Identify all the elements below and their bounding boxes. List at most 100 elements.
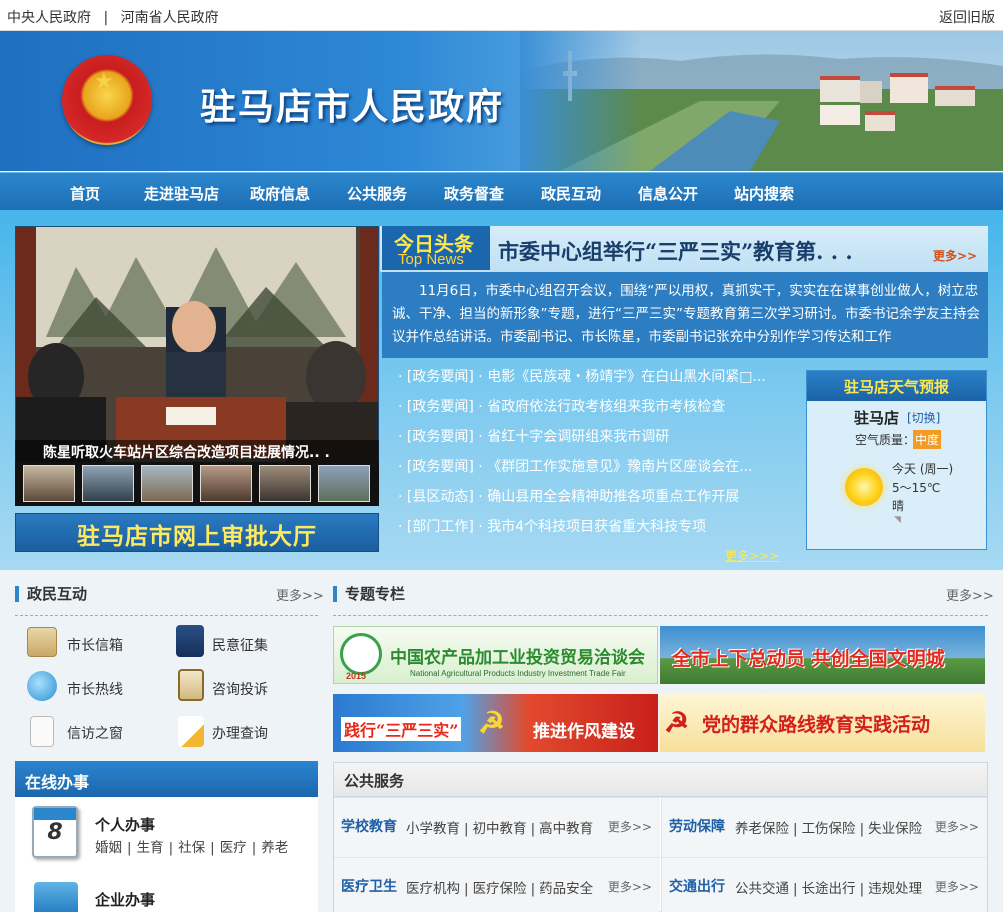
nav-public-service[interactable]: 公共服务 <box>347 183 407 204</box>
service-more-link[interactable]: 更多>> <box>935 818 979 835</box>
site-title: 驻马店市人民政府 <box>200 86 505 128</box>
service-more-link[interactable]: 更多>> <box>935 878 979 895</box>
mayor-hotline-link[interactable]: 市长热线 <box>67 679 123 699</box>
nav-open-info[interactable]: 信息公开 <box>638 183 698 204</box>
news-title[interactable]: 《群团工作实施意见》豫南片区座谈会在... <box>487 459 752 475</box>
enterprise-affairs-title[interactable]: 企业办事 <box>95 889 155 910</box>
service-link[interactable]: 医疗机构 <box>406 881 460 897</box>
service-more-link[interactable]: 更多>> <box>608 878 652 895</box>
nav-gov-info[interactable]: 政府信息 <box>250 183 310 204</box>
birth-link[interactable]: 生育 <box>137 840 164 856</box>
bullet: · <box>473 429 488 445</box>
central-gov-link[interactable]: 中央人民政府 <box>7 10 91 26</box>
bullet: · <box>473 399 488 415</box>
service-link[interactable]: 药品安全 <box>539 881 593 897</box>
news-item[interactable]: · [政务要闻] · 《群团工作实施意见》豫南片区座谈会在... <box>398 456 798 486</box>
headline-more-link[interactable]: 更多>> <box>933 247 977 264</box>
bullet: · <box>473 519 488 535</box>
service-link[interactable]: 高中教育 <box>539 821 593 837</box>
thumbnail-2[interactable] <box>82 465 134 502</box>
service-link[interactable]: 工伤保险 <box>802 821 856 837</box>
civilized-city-banner[interactable]: 全市上下总动员 共创全国文明城 <box>660 626 985 684</box>
pencil-note-icon[interactable] <box>178 716 204 747</box>
separator: | <box>251 840 257 856</box>
nav-supervision[interactable]: 政务督查 <box>444 183 504 204</box>
news-item[interactable]: · [政务要闻] · 电影《民族魂・杨靖宇》在白山黑水间紧□... <box>398 366 798 396</box>
news-title[interactable]: 确山县用全会精神助推各项重点工作开展 <box>487 489 739 505</box>
mass-line-banner[interactable]: ☭ 党的群众路线教育实践活动 <box>660 694 985 752</box>
news-title[interactable]: 我市4个科技项目获省重大科技专项 <box>487 519 706 535</box>
henan-gov-link[interactable]: 河南省人民政府 <box>121 10 219 26</box>
service-link[interactable]: 养老保险 <box>735 821 789 837</box>
social-security-link[interactable]: 社保 <box>178 840 205 856</box>
thumbnail-1[interactable] <box>23 465 75 502</box>
thumbnail-3[interactable] <box>141 465 193 502</box>
medical-link[interactable]: 医疗 <box>220 840 247 856</box>
handling-query-link[interactable]: 办理查询 <box>212 723 268 743</box>
consult-complaint-link[interactable]: 咨询投诉 <box>212 679 268 699</box>
news-item[interactable]: · [县区动态] · 确山县用全会精神助推各项重点工作开展 <box>398 486 798 516</box>
service-title[interactable]: 交通出行 <box>669 876 725 896</box>
service-link[interactable]: 小学教育 <box>406 821 460 837</box>
news-more-link[interactable]: 更多>>> <box>725 547 779 564</box>
mail-icon[interactable] <box>27 627 57 657</box>
opinion-book-icon[interactable] <box>176 625 204 657</box>
online-approval-hall-banner[interactable]: 驻马店市网上审批大厅 <box>15 513 379 552</box>
interaction-more-link[interactable]: 更多>> <box>276 585 324 604</box>
news-category[interactable]: [政务要闻] <box>407 369 474 385</box>
separator: | <box>859 881 865 897</box>
nav-home[interactable]: 首页 <box>70 183 100 204</box>
trade-fair-banner[interactable]: 2015 中国农产品加工业投资贸易洽谈会 National Agricultur… <box>333 626 658 684</box>
headline-title[interactable]: 市委中心组举行“三严三实”教育第. . . <box>498 236 853 266</box>
news-category[interactable]: [政务要闻] <box>407 399 474 415</box>
fair-subtitle: National Agricultural Products Industry … <box>410 669 626 678</box>
fair-title: 中国农产品加工业投资贸易洽谈会 <box>390 648 645 668</box>
pension-link[interactable]: 养老 <box>261 840 288 856</box>
service-title[interactable]: 劳动保障 <box>669 816 725 836</box>
petition-window-link[interactable]: 信访之窗 <box>67 723 123 743</box>
nav-interaction[interactable]: 政民互动 <box>541 183 601 204</box>
service-link[interactable]: 失业保险 <box>868 821 922 837</box>
weather-switch-link[interactable]: [切换] <box>907 409 940 426</box>
nav-search[interactable]: 站内搜索 <box>734 183 794 204</box>
news-title[interactable]: 电影《民族魂・杨靖宇》在白山黑水间紧□... <box>487 369 766 385</box>
news-item[interactable]: · [政务要闻] · 省政府依法行政考核组来我市考核检查 <box>398 396 798 426</box>
opinion-collection-link[interactable]: 民意征集 <box>212 635 268 655</box>
service-title[interactable]: 学校教育 <box>341 816 397 836</box>
special-topics-more-link[interactable]: 更多>> <box>946 585 994 604</box>
three-stricts-banner[interactable]: 践行“三严三实” ☭ 推进作风建设 <box>333 694 658 752</box>
calendar-icon: 8 <box>32 806 78 858</box>
clipboard-icon[interactable] <box>178 669 204 701</box>
news-title[interactable]: 省政府依法行政考核组来我市考核检查 <box>487 399 725 415</box>
chat-bubble-icon[interactable] <box>27 671 57 701</box>
news-category[interactable]: [县区动态] <box>407 489 474 505</box>
marriage-link[interactable]: 婚姻 <box>95 840 122 856</box>
service-link[interactable]: 违规处理 <box>868 881 922 897</box>
air-quality-label: 空气质量： <box>855 433 916 447</box>
nav-about[interactable]: 走进驻马店 <box>144 183 219 204</box>
service-link[interactable]: 公共交通 <box>735 881 789 897</box>
bullet: · <box>473 369 488 385</box>
old-version-link[interactable]: 返回旧版 <box>939 7 995 27</box>
sunny-icon <box>845 468 883 506</box>
thumbnail-5[interactable] <box>259 465 311 502</box>
service-title[interactable]: 医疗卫生 <box>341 876 397 896</box>
mass-line-text: 党的群众路线教育实践活动 <box>702 714 931 736</box>
national-emblem-icon: ★ <box>62 55 152 145</box>
news-category[interactable]: [部门工作] <box>407 519 474 535</box>
news-category[interactable]: [政务要闻] <box>407 429 474 445</box>
news-category[interactable]: [政务要闻] <box>407 459 474 475</box>
service-link[interactable]: 医疗保险 <box>473 881 527 897</box>
news-item[interactable]: · [部门工作] · 我市4个科技项目获省重大科技专项 <box>398 516 798 546</box>
service-more-link[interactable]: 更多>> <box>608 818 652 835</box>
service-link[interactable]: 初中教育 <box>473 821 527 837</box>
news-item[interactable]: · [政务要闻] · 省红十字会调研组来我市调研 <box>398 426 798 456</box>
mayor-mailbox-link[interactable]: 市长信箱 <box>67 635 123 655</box>
personal-affairs-title[interactable]: 个人办事 <box>95 814 155 835</box>
thumbnail-6[interactable] <box>318 465 370 502</box>
service-link[interactable]: 长途出行 <box>802 881 856 897</box>
slideshow-caption[interactable]: 陈星听取火车站片区综合改造项目进展情况.. . <box>15 440 379 462</box>
thumbnail-4[interactable] <box>200 465 252 502</box>
document-icon[interactable] <box>30 716 54 747</box>
news-title[interactable]: 省红十字会调研组来我市调研 <box>487 429 669 445</box>
